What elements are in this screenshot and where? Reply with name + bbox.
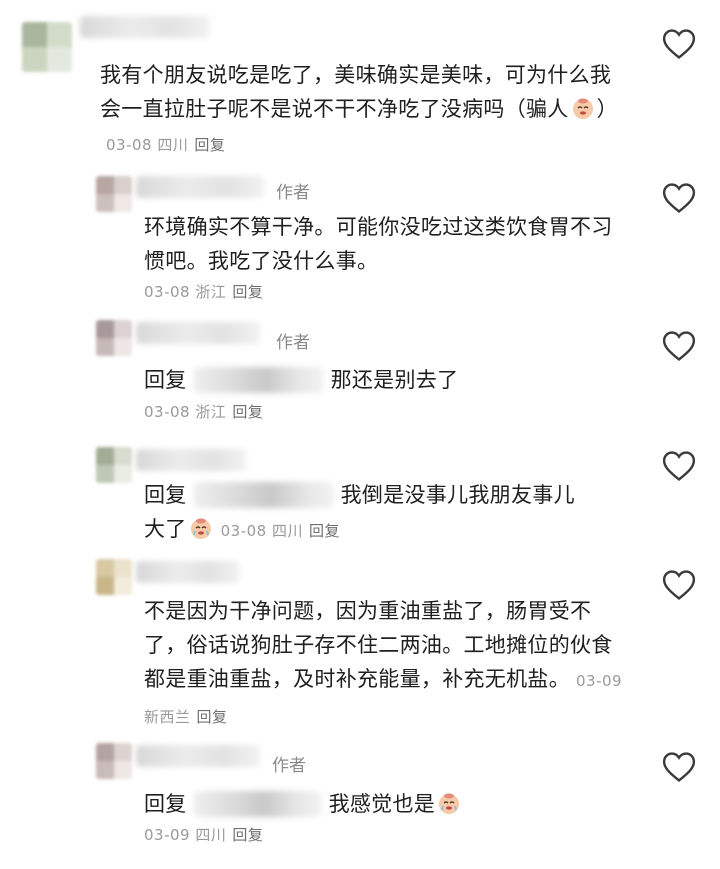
reply-button[interactable]: 回复: [197, 708, 228, 726]
comment-body: 我倒是没事儿我朋友事儿: [340, 483, 575, 507]
heart-outline-icon[interactable]: [662, 182, 696, 214]
comment-meta: 03-08 四川 回复: [106, 136, 226, 154]
reply-button[interactable]: 回复: [232, 826, 263, 844]
mention-blurred[interactable]: [193, 482, 334, 508]
comment-text: 回复 我感觉也是: [144, 787, 624, 821]
crying-face-icon: [189, 516, 213, 540]
reply-prefix: 回复: [144, 483, 187, 507]
avatar[interactable]: [96, 176, 132, 212]
avatar[interactable]: [22, 22, 72, 72]
heart-outline-icon[interactable]: [662, 751, 696, 783]
comment-body: 不是因为干净问题，因为重油重盐了，肠胃受不了，俗话说狗肚子存不住二两油。工地摊位…: [144, 599, 613, 691]
comment-4: 回复 我倒是没事儿我朋友事儿 大了 03-08 四川 回复: [0, 435, 720, 555]
heart-outline-icon[interactable]: [662, 450, 696, 482]
comment-meta: 03-09 四川 回复: [144, 826, 264, 844]
comment-text: 环境确实不算干净。可能你没吃过这类饮食胃不习惯吧。我吃了没什么事。: [144, 215, 613, 273]
comment-body-line2: 大了: [144, 517, 187, 541]
avatar[interactable]: [96, 320, 132, 356]
comment-body: 我有个朋友说吃是吃了，美味确实是美味，可为什么我会一直拉肚子呢不是说不干不净吃了…: [100, 63, 612, 121]
username-blurred[interactable]: [136, 449, 246, 471]
heart-outline-icon[interactable]: [662, 28, 696, 60]
comment-text: 我有个朋友说吃是吃了，美味确实是美味，可为什么我会一直拉肚子呢不是说不干不净吃了…: [100, 58, 630, 162]
author-tag: 作者: [276, 333, 310, 353]
comment-6: 作者 回复 我感觉也是 03-09 四川 回复: [0, 735, 720, 869]
comment-3: 作者 回复 那还是别去了 03-08 浙江 回复: [0, 310, 720, 435]
username-blurred[interactable]: [136, 176, 264, 198]
comment-2: 作者 环境确实不算干净。可能你没吃过这类饮食胃不习惯吧。我吃了没什么事。 03-…: [0, 160, 720, 310]
username-blurred[interactable]: [136, 745, 260, 767]
mention-blurred[interactable]: [193, 791, 322, 817]
comment-body-tail: ）: [596, 97, 618, 121]
username-blurred[interactable]: [136, 561, 240, 583]
username-blurred[interactable]: [80, 16, 210, 38]
reply-button[interactable]: 回复: [194, 136, 225, 154]
comment-text: 回复 那还是别去了: [144, 363, 624, 397]
comment-meta: 03-08 浙江 回复: [144, 283, 264, 301]
avatar[interactable]: [96, 743, 132, 779]
heart-outline-icon[interactable]: [662, 330, 696, 362]
crying-face-icon: [571, 96, 595, 120]
reply-prefix: 回复: [144, 792, 187, 816]
comment-text: 回复 我倒是没事儿我朋友事儿 大了 03-08 四川 回复: [144, 478, 634, 548]
comment-body: 我感觉也是: [328, 792, 436, 816]
avatar[interactable]: [96, 447, 132, 483]
comment-meta: 03-08 四川 回复: [220, 522, 341, 540]
reply-button[interactable]: 回复: [309, 522, 340, 540]
username-blurred[interactable]: [136, 322, 260, 344]
reply-button[interactable]: 回复: [232, 283, 263, 301]
avatar[interactable]: [96, 559, 132, 595]
reply-prefix: 回复: [144, 368, 187, 392]
heart-outline-icon[interactable]: [662, 569, 696, 601]
comment-5: 不是因为干净问题，因为重油重盐了，肠胃受不了，俗话说狗肚子存不住二两油。工地摊位…: [0, 555, 720, 735]
comment-text: 不是因为干净问题，因为重油重盐了，肠胃受不了，俗话说狗肚子存不住二两油。工地摊位…: [144, 594, 624, 734]
reply-button[interactable]: 回复: [232, 403, 263, 421]
comment-body: 那还是别去了: [330, 368, 459, 392]
comment-meta: 03-08 浙江 回复: [144, 403, 264, 421]
author-tag: 作者: [276, 183, 310, 203]
comment-1: 我有个朋友说吃是吃了，美味确实是美味，可为什么我会一直拉肚子呢不是说不干不净吃了…: [0, 0, 720, 160]
author-tag: 作者: [272, 756, 306, 776]
mention-blurred[interactable]: [193, 367, 324, 393]
crying-face-icon: [437, 791, 461, 815]
